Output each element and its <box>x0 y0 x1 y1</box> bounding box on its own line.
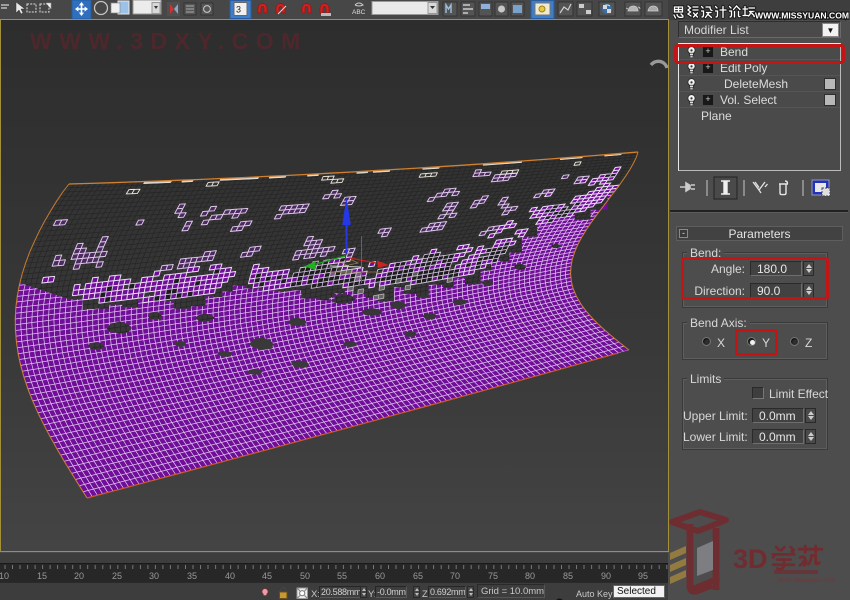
svg-text:ABC: ABC <box>352 9 366 16</box>
svg-text:3: 3 <box>236 5 241 15</box>
svg-text:3D: 3D <box>733 544 768 574</box>
svg-text:WWW.MISSYUAN.COM: WWW.MISSYUAN.COM <box>755 11 849 21</box>
svg-text:www.3dxueyuan.com: www.3dxueyuan.com <box>777 578 835 584</box>
